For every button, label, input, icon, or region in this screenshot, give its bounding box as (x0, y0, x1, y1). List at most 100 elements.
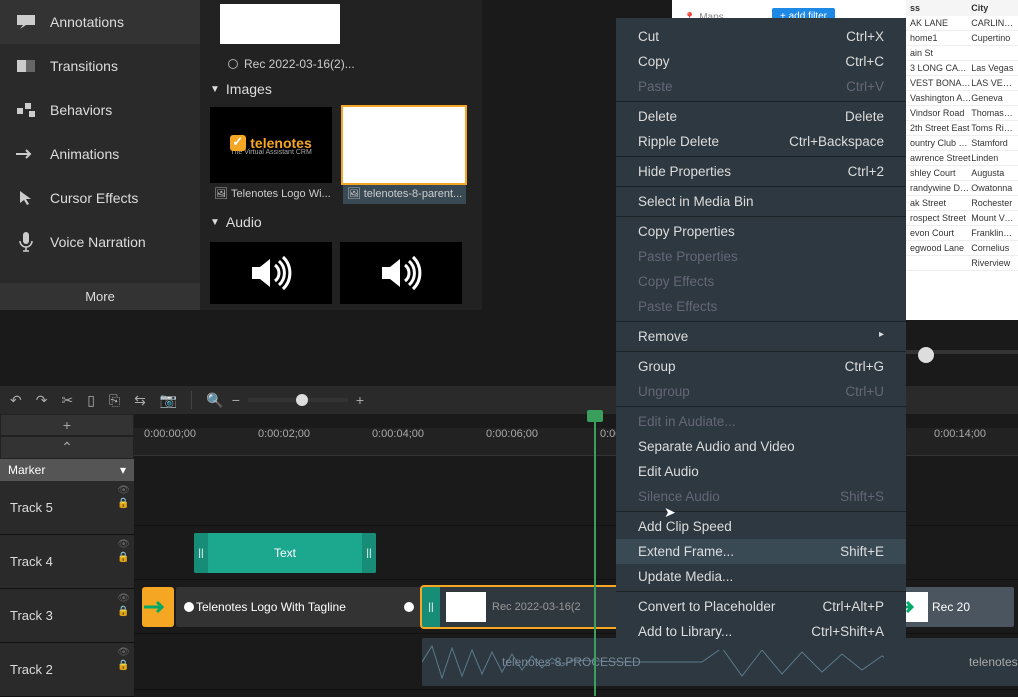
eye-icon[interactable]: 👁 (117, 647, 130, 658)
text-clip[interactable]: ||Text|| (194, 533, 376, 573)
cut-button[interactable]: ✂ (61, 392, 73, 409)
sidebar-item-transitions[interactable]: Transitions (0, 44, 200, 88)
images-section-header[interactable]: ▼Images (200, 75, 482, 103)
image-icon: 🖼 (347, 187, 361, 200)
menu-item-paste-properties: Paste Properties (616, 244, 906, 269)
menu-item-group[interactable]: GroupCtrl+G (616, 354, 906, 379)
sidebar-item-cursor-effects[interactable]: Cursor Effects (0, 176, 200, 220)
audio-thumbnail[interactable] (340, 242, 462, 304)
menu-item-select-in-media-bin[interactable]: Select in Media Bin (616, 189, 906, 214)
track-label-5[interactable]: Track 5👁🔒 (0, 481, 134, 535)
zoom-handle[interactable] (296, 394, 308, 406)
arrow-clip[interactable] (142, 587, 174, 627)
transitions-icon (16, 56, 36, 76)
sidebar-item-behaviors[interactable]: Behaviors (0, 88, 200, 132)
eye-icon[interactable]: 👁 (117, 593, 130, 604)
audio-section-header[interactable]: ▼Audio (200, 208, 482, 236)
audio-thumbnail[interactable] (210, 242, 332, 304)
image-icon: 🖼 (214, 187, 228, 200)
menu-item-add-clip-speed[interactable]: Add Clip Speed (616, 514, 906, 539)
menu-item-copy-properties[interactable]: Copy Properties (616, 219, 906, 244)
lock-icon[interactable]: 🔒 (117, 660, 130, 671)
split-button[interactable]: ▯ (87, 392, 95, 409)
table-row: VEST BONANZA RDLAS VEGAS (906, 76, 1018, 91)
lock-icon[interactable]: 🔒 (117, 606, 130, 617)
menu-separator (616, 216, 906, 217)
sidebar-label: Behaviors (50, 102, 112, 118)
zoom-slider[interactable]: 🔍 − + (206, 392, 364, 409)
sidebar-item-annotations[interactable]: Annotations (0, 0, 200, 44)
menu-separator (616, 186, 906, 187)
playhead[interactable] (594, 414, 596, 696)
sidebar-item-animations[interactable]: Animations (0, 132, 200, 176)
selected-clip[interactable]: || Rec 2022-03-16(2 (422, 587, 620, 627)
image-thumbnail-logo[interactable]: telenotes The Virtual Assistant CRM 🖼 Te… (210, 107, 335, 204)
menu-item-copy-effects: Copy Effects (616, 269, 906, 294)
zoom-out-button[interactable]: − (232, 392, 240, 408)
dropdown-icon: ▾ (120, 463, 126, 477)
sidebar-item-voice-narration[interactable]: Voice Narration (0, 220, 200, 264)
menu-item-edit-in-audiate-: Edit in Audiate... (616, 409, 906, 434)
menu-item-ripple-delete[interactable]: Ripple DeleteCtrl+Backspace (616, 129, 906, 154)
menu-item-edit-audio[interactable]: Edit Audio (616, 459, 906, 484)
menu-separator (616, 591, 906, 592)
menu-item-hide-properties[interactable]: Hide PropertiesCtrl+2 (616, 159, 906, 184)
menu-item-update-media-[interactable]: Update Media... (616, 564, 906, 589)
menu-separator (616, 351, 906, 352)
track-label-4[interactable]: Track 4👁🔒 (0, 535, 134, 589)
table-row: Vindsor RoadThomasville (906, 106, 1018, 121)
track-label-2[interactable]: Track 2👁🔒 (0, 643, 134, 697)
table-row: awrence StreetLinden (906, 151, 1018, 166)
lock-icon[interactable]: 🔒 (117, 552, 130, 563)
keyframe-marker[interactable] (184, 602, 194, 612)
menu-item-copy[interactable]: CopyCtrl+C (616, 49, 906, 74)
microphone-icon (16, 232, 36, 252)
menu-item-ungroup: UngroupCtrl+U (616, 379, 906, 404)
clip-handle-right[interactable]: || (362, 533, 376, 573)
menu-item-paste: PasteCtrl+V (616, 74, 906, 99)
eye-icon[interactable]: 👁 (117, 485, 130, 496)
menu-item-cut[interactable]: CutCtrl+X (616, 24, 906, 49)
more-button[interactable]: More (0, 283, 200, 310)
menu-item-remove[interactable]: Remove▸ (616, 324, 906, 349)
table-row: ak StreetRochester (906, 196, 1018, 211)
speaker-icon (378, 253, 424, 293)
media-panel: Rec 2022-03-16(2)... ▼Images telenotes T… (200, 0, 482, 310)
menu-item-convert-to-placeholder[interactable]: Convert to PlaceholderCtrl+Alt+P (616, 594, 906, 619)
properties-slider[interactable] (906, 350, 1018, 360)
add-track-button[interactable]: + (0, 414, 134, 436)
slider-handle[interactable] (918, 347, 934, 363)
menu-separator (616, 321, 906, 322)
media-thumbnail-recording[interactable] (220, 4, 340, 44)
table-row: egwood LaneCornelius (906, 241, 1018, 256)
animations-icon (16, 144, 36, 164)
clip-handle-left[interactable]: || (194, 533, 208, 573)
image-thumbnail-parent[interactable]: 🖼 telenotes-8-parent... (343, 107, 466, 204)
marker-row[interactable]: Marker▾ (0, 459, 134, 481)
menu-item-separate-audio-and-video[interactable]: Separate Audio and Video (616, 434, 906, 459)
sidebar-label: Transitions (50, 58, 118, 74)
sidebar-label: Cursor Effects (50, 190, 138, 206)
logo-clip[interactable]: Telenotes Logo With Tagline (176, 587, 422, 627)
lock-icon[interactable]: 🔒 (117, 498, 130, 509)
clip-handle-left[interactable]: || (422, 587, 440, 627)
menu-item-extend-frame-[interactable]: Extend Frame...Shift+E (616, 539, 906, 564)
menu-separator (616, 101, 906, 102)
menu-item-add-to-library-[interactable]: Add to Library...Ctrl+Shift+A (616, 619, 906, 644)
table-row: Vashington AvenueGeneva (906, 91, 1018, 106)
collapse-tracks-button[interactable]: ⌃ (0, 436, 134, 459)
copy-button[interactable]: ⎘ (109, 392, 120, 409)
keyframe-marker[interactable] (404, 602, 414, 612)
paste-button[interactable]: ⇆ (134, 392, 146, 409)
menu-separator (616, 511, 906, 512)
redo-button[interactable]: ↷ (36, 392, 48, 409)
table-row: ain St (906, 46, 1018, 61)
menu-item-delete[interactable]: DeleteDelete (616, 104, 906, 129)
track-label-3[interactable]: Track 3👁🔒 (0, 589, 134, 643)
zoom-in-button[interactable]: + (356, 392, 364, 408)
track-controls: + ⌃ Marker▾ Track 5👁🔒 Track 4👁🔒 Track 3👁… (0, 414, 134, 696)
screenshot-button[interactable]: 📷 (160, 392, 177, 409)
behaviors-icon (16, 100, 36, 120)
undo-button[interactable]: ↶ (10, 392, 22, 409)
eye-icon[interactable]: 👁 (117, 539, 130, 550)
